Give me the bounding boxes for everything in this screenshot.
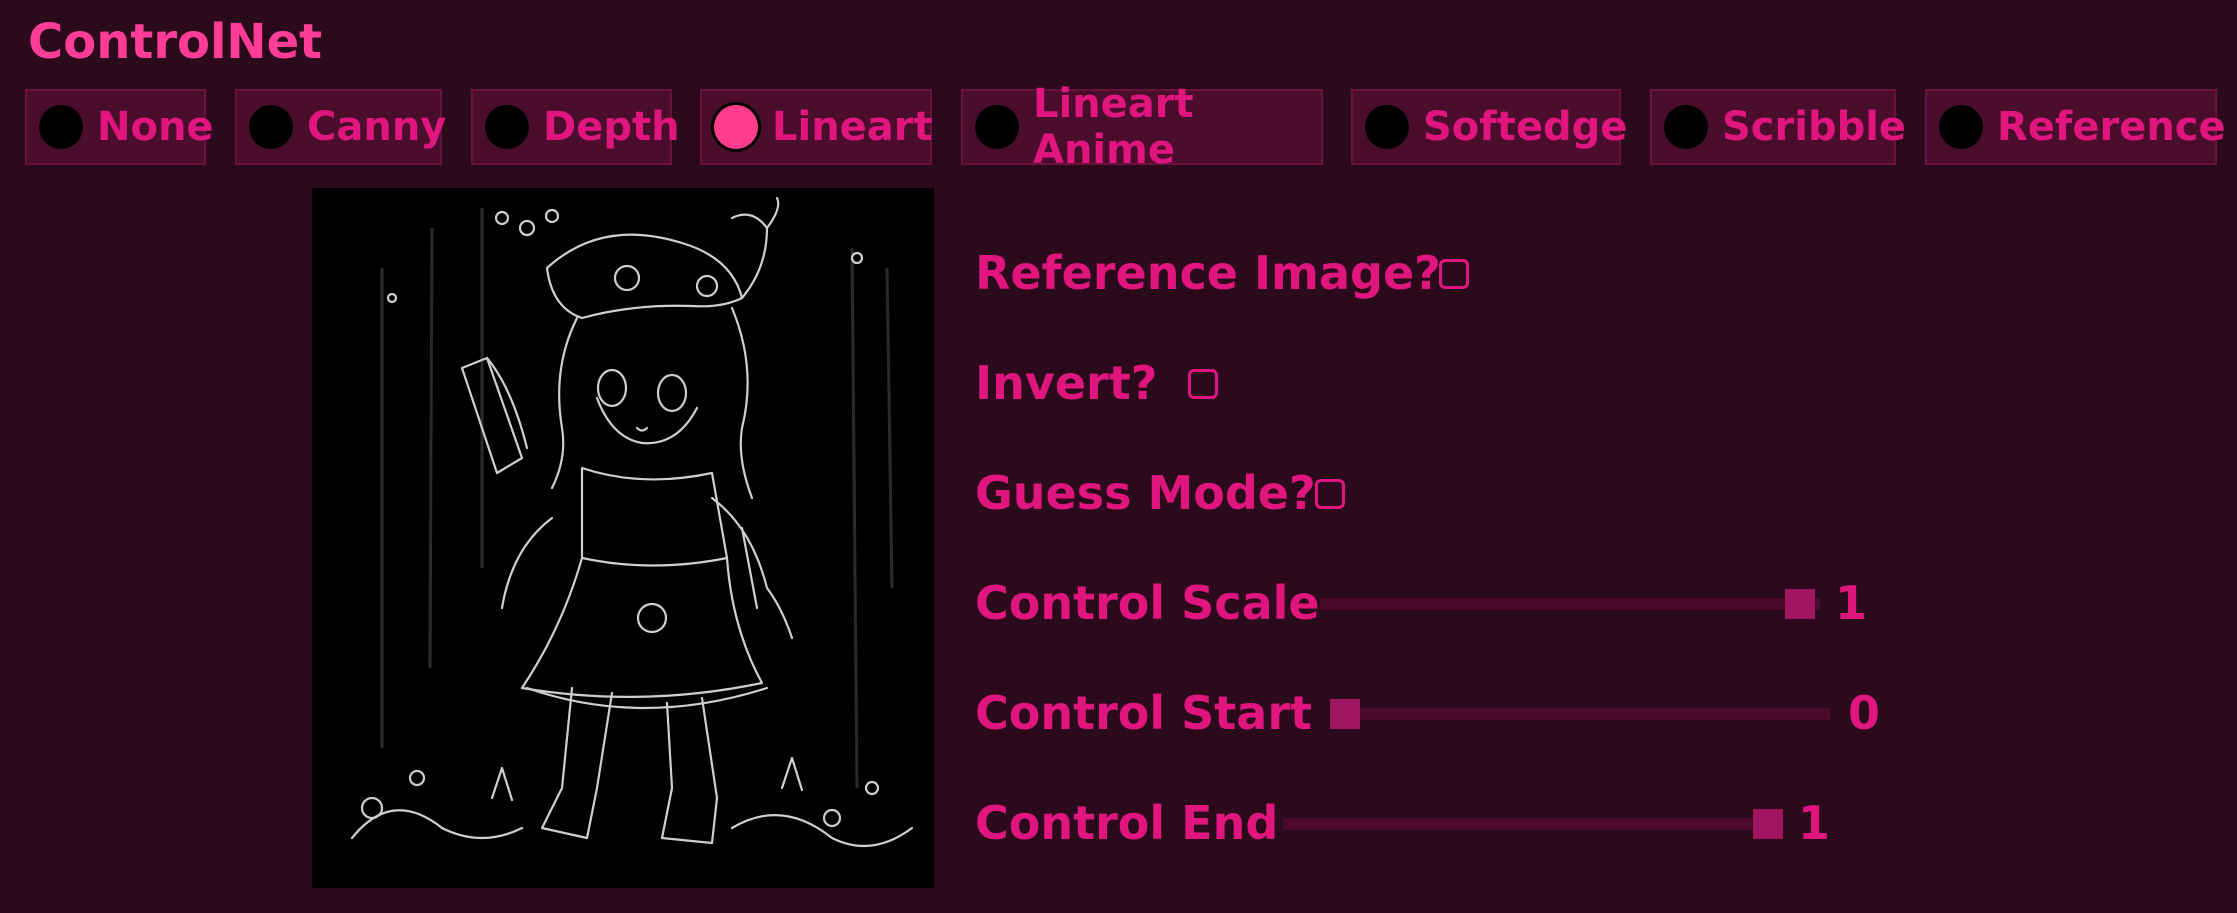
- control-image-preview[interactable]: [312, 188, 934, 888]
- lineart-preview-image: [312, 188, 934, 888]
- radio-icon: [39, 105, 83, 149]
- mode-label: Lineart: [772, 104, 933, 150]
- control-scale-handle[interactable]: [1785, 589, 1815, 619]
- reference-image-label: Reference Image?: [975, 246, 1441, 300]
- control-start-handle[interactable]: [1330, 699, 1360, 729]
- mode-label: Lineart Anime: [1033, 81, 1194, 173]
- mode-depth-button[interactable]: Depth: [471, 89, 680, 165]
- control-scale-value: 1: [1835, 576, 1868, 630]
- mode-reference-button[interactable]: Reference: [1925, 89, 2226, 165]
- control-scale-label: Control Scale: [975, 576, 1320, 630]
- mode-label: Depth: [543, 104, 680, 150]
- control-start-label: Control Start: [975, 686, 1313, 740]
- mode-canny-button[interactable]: Canny: [235, 89, 446, 165]
- mode-label: Scribble: [1722, 104, 1907, 150]
- mode-label: None: [97, 104, 214, 150]
- guess-mode-checkbox[interactable]: [1315, 479, 1345, 509]
- radio-icon: [485, 105, 529, 149]
- mode-label: Canny: [307, 104, 447, 150]
- mode-selector: None Canny Depth Lineart Lineart Anime S…: [0, 0, 2237, 173]
- control-scale-slider[interactable]: [1320, 589, 1820, 619]
- radio-icon: [975, 105, 1019, 149]
- control-end-slider[interactable]: [1283, 809, 1783, 839]
- radio-icon: [249, 105, 293, 149]
- mode-lineart-button[interactable]: Lineart: [700, 89, 933, 165]
- mode-softedge-button[interactable]: Softedge: [1351, 89, 1627, 165]
- mode-label: Reference: [1997, 104, 2226, 150]
- mode-lineart-anime-button[interactable]: Lineart Anime: [961, 81, 1323, 173]
- guess-mode-label: Guess Mode?: [975, 466, 1316, 520]
- reference-image-checkbox[interactable]: [1439, 259, 1469, 289]
- control-end-value: 1: [1798, 796, 1831, 850]
- mode-none-button[interactable]: None: [25, 89, 214, 165]
- radio-icon: [1365, 105, 1409, 149]
- control-end-handle[interactable]: [1753, 809, 1783, 839]
- radio-icon: [1664, 105, 1708, 149]
- control-start-value: 0: [1848, 686, 1881, 740]
- radio-icon: [1939, 105, 1983, 149]
- control-start-slider[interactable]: [1330, 699, 1830, 729]
- radio-selected-icon: [714, 105, 758, 149]
- invert-checkbox[interactable]: [1188, 369, 1218, 399]
- invert-label: Invert?: [975, 356, 1158, 410]
- control-end-label: Control End: [975, 796, 1279, 850]
- mode-scribble-button[interactable]: Scribble: [1650, 89, 1906, 165]
- mode-label: Softedge: [1423, 104, 1628, 150]
